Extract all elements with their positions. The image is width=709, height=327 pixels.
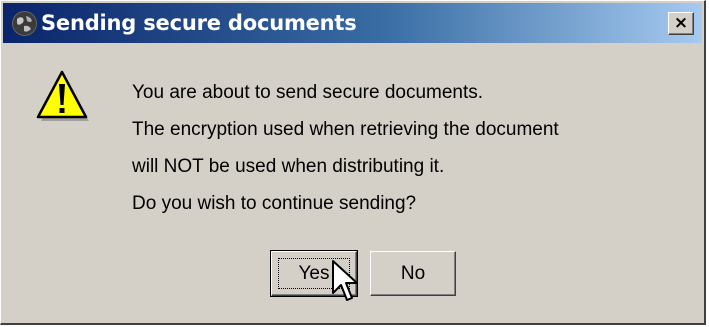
message-line: will NOT be used when distributing it. (132, 156, 445, 177)
close-button[interactable]: × (668, 12, 694, 35)
no-button[interactable]: No (370, 251, 456, 296)
message-text: You are about to send secure documents. … (132, 74, 559, 222)
message-line: The encryption used when retrieving the … (132, 119, 559, 140)
dialog-title: Sending secure documents (41, 11, 357, 35)
close-icon: × (673, 13, 689, 33)
message-line: You are about to send secure documents. (132, 82, 484, 103)
globe-icon (12, 11, 37, 36)
message-line: Do you wish to continue sending? (132, 193, 417, 214)
no-button-label: No (400, 263, 426, 284)
title-bar[interactable]: Sending secure documents × (3, 3, 702, 43)
dialog-window: Sending secure documents × You are about… (0, 0, 706, 325)
mouse-cursor-icon (332, 260, 358, 301)
yes-button-label: Yes (298, 262, 330, 284)
warning-icon (36, 70, 89, 121)
